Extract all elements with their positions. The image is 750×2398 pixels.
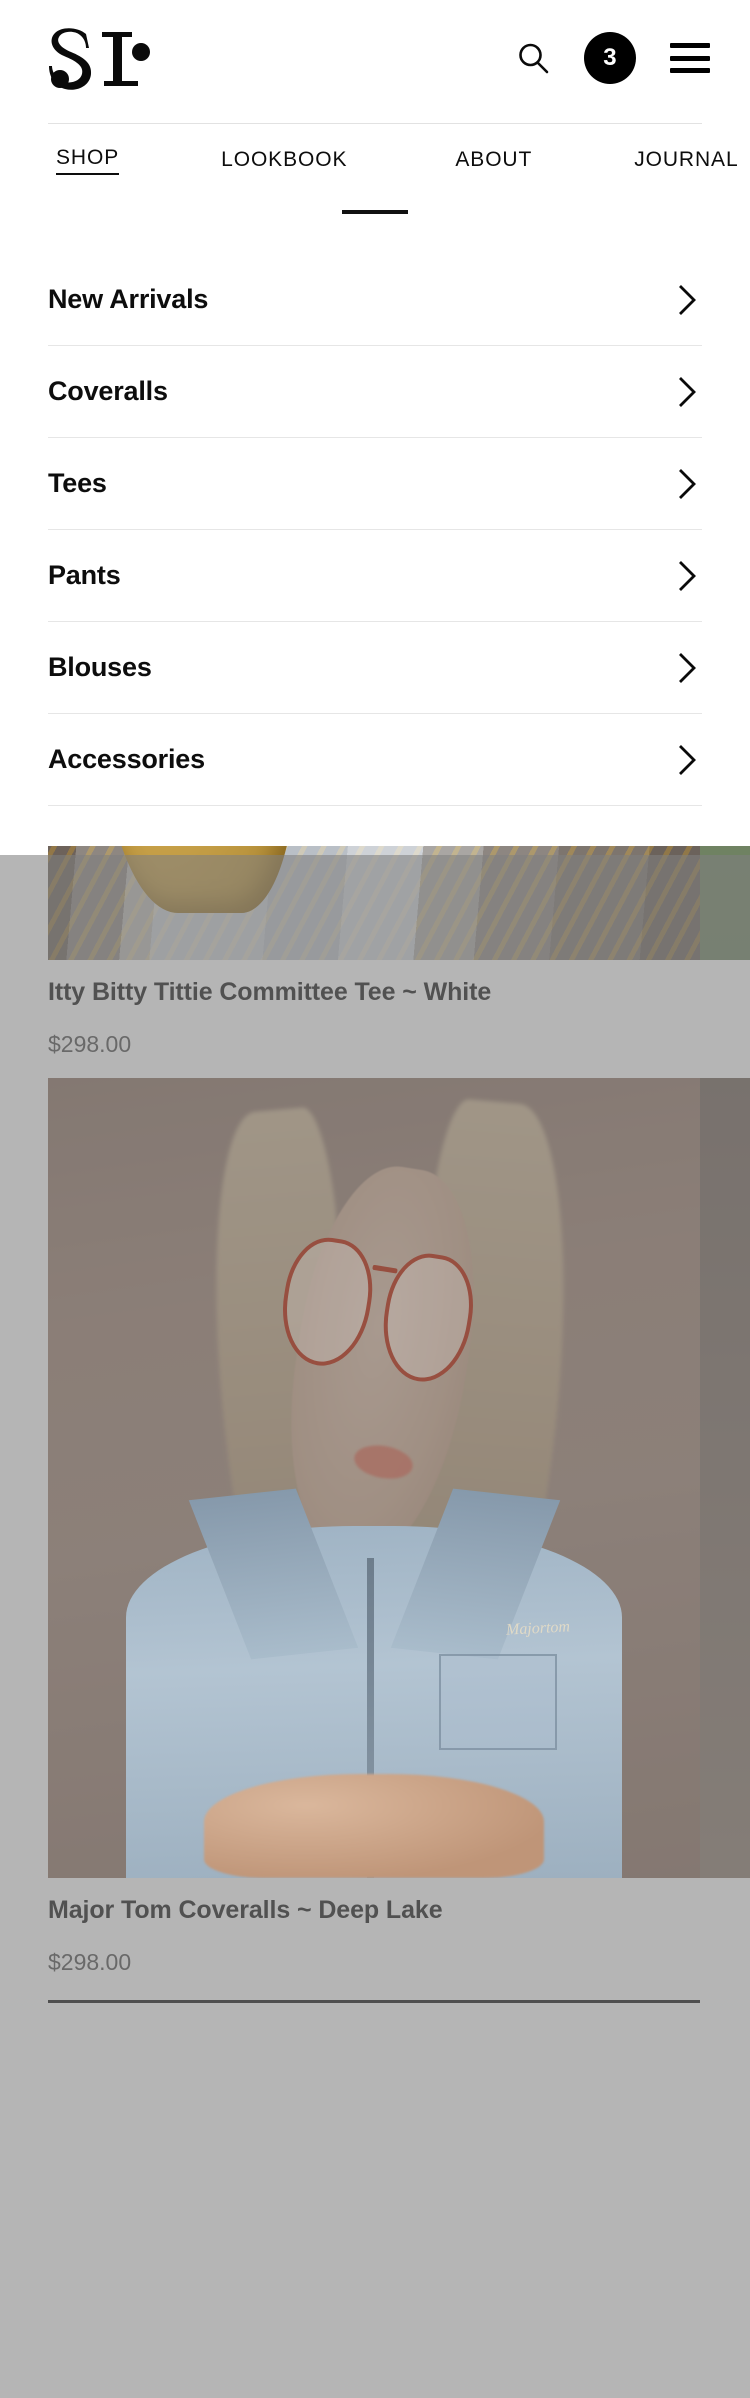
category-label: Coveralls xyxy=(48,376,168,406)
search-icon xyxy=(519,43,549,74)
screen: Itty Bitty Tittie Committee Tee ~ White … xyxy=(0,0,750,2398)
product-image[interactable]: Majortom xyxy=(48,1078,700,1878)
next-slide-photo xyxy=(700,1078,750,1878)
sidebar-item-tees[interactable]: Tees xyxy=(48,438,702,530)
category-label: Accessories xyxy=(48,744,205,774)
chevron-right-icon xyxy=(679,284,696,315)
category-label: Blouses xyxy=(48,652,152,682)
primary-nav-tabs: SHOP LOOKBOOK ABOUT JOURNAL xyxy=(0,124,750,196)
shop-category-list: New Arrivals Coveralls Tees Pants Blouse… xyxy=(0,254,750,806)
sidebar-item-pants[interactable]: Pants xyxy=(48,530,702,622)
chevron-right-icon xyxy=(679,744,696,775)
hamburger-menu-button[interactable] xyxy=(670,43,710,73)
product-card[interactable]: Majortom Major Tom Coveralls ~ Deep Lake… xyxy=(48,1078,700,2003)
product-price: $298.00 xyxy=(48,1949,132,1975)
product-photo-portrait: Majortom xyxy=(48,1078,700,1878)
tab-journal[interactable]: JOURNAL xyxy=(634,148,738,172)
tab-shop[interactable]: SHOP xyxy=(56,146,120,175)
product-title[interactable]: Itty Bitty Tittie Committee Tee ~ White xyxy=(48,976,648,1009)
carousel-next-slide-peek[interactable] xyxy=(700,1078,750,1878)
sidebar-item-accessories[interactable]: Accessories xyxy=(48,714,702,806)
sl-monogram-logo[interactable] xyxy=(44,20,154,102)
drag-handle[interactable] xyxy=(342,210,408,214)
sidebar-item-new-arrivals[interactable]: New Arrivals xyxy=(48,254,702,346)
shop-menu-overlay: 3 SHOP LOOKBOOK ABOUT JOURNAL New Arriva… xyxy=(0,0,750,846)
product-divider xyxy=(48,2000,700,2003)
chest-pocket-detail xyxy=(439,1654,557,1750)
hamburger-menu-icon xyxy=(670,43,710,73)
cart-badge[interactable]: 3 xyxy=(584,32,636,84)
product-price: $298.00 xyxy=(48,1031,132,1057)
tab-about[interactable]: ABOUT xyxy=(455,148,532,172)
category-label: Pants xyxy=(48,560,121,590)
tab-lookbook[interactable]: LOOKBOOK xyxy=(221,148,347,172)
product-title[interactable]: Major Tom Coveralls ~ Deep Lake xyxy=(48,1894,648,1927)
chevron-right-icon xyxy=(679,652,696,683)
embroidery-text: Majortom xyxy=(505,1618,570,1639)
handle-row xyxy=(0,196,750,230)
hands-detail xyxy=(204,1774,544,1878)
chevron-right-icon xyxy=(679,376,696,407)
search-button[interactable] xyxy=(516,41,550,75)
chevron-right-icon xyxy=(679,560,696,591)
category-label: New Arrivals xyxy=(48,284,209,314)
sidebar-item-coveralls[interactable]: Coveralls xyxy=(48,346,702,438)
header-actions: 3 xyxy=(516,32,710,84)
site-header: 3 xyxy=(0,0,750,124)
cart-count: 3 xyxy=(603,44,617,71)
overlay-bottom-spacer xyxy=(0,806,750,846)
sidebar-item-blouses[interactable]: Blouses xyxy=(48,622,702,714)
category-label: Tees xyxy=(48,468,107,498)
chevron-right-icon xyxy=(679,468,696,499)
